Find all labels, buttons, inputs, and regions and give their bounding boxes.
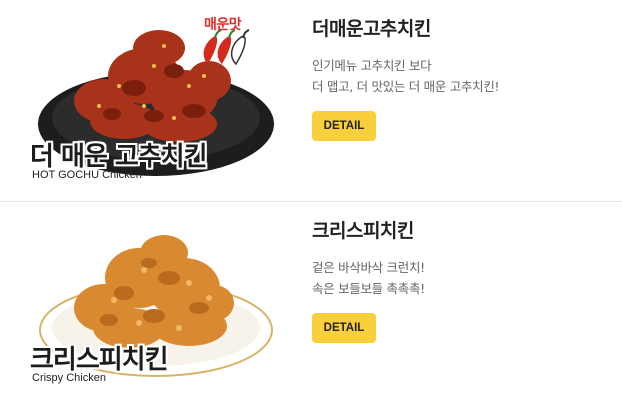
- photo-caption-title: 크리스피치킨: [30, 345, 169, 375]
- photo-caption-subtitle: Crispy Chicken: [32, 372, 106, 384]
- detail-button[interactable]: DETAIL: [312, 111, 376, 141]
- menu-info: 크리스피치킨 겉은 바삭바삭 크런치! 속은 보들보들 촉촉촉! DETAIL: [312, 216, 425, 343]
- description-line: 인기메뉴 고추치킨 보다: [312, 58, 432, 73]
- description-line: 더 맵고, 더 맛있는 더 매운 고추치킨!: [312, 79, 500, 94]
- menu-name: 더매운고추치킨: [312, 18, 431, 40]
- menu-info: 더매운고추치킨 인기메뉴 고추치킨 보다 더 맵고, 더 맛있는 더 매운 고추…: [312, 14, 500, 141]
- menu-name: 크리스피치킨: [312, 220, 414, 242]
- menu-item-hot-gochu: 매운맛 더 매운 고추치킨 HOT GOCHU Chicken 더매운고추치킨 …: [0, 0, 622, 202]
- menu-item-crispy: 크리스피치킨 Crispy Chicken 크리스피치킨 겉은 바삭바삭 크런치…: [0, 202, 622, 404]
- photo-caption-title: 더 매운 고추치킨: [30, 142, 208, 172]
- menu-description: 겉은 바삭바삭 크런치! 속은 보들보들 촉촉촉!: [312, 257, 425, 299]
- description-line: 겉은 바삭바삭 크런치!: [312, 260, 425, 275]
- detail-button[interactable]: DETAIL: [312, 313, 376, 343]
- menu-description: 인기메뉴 고추치킨 보다 더 맵고, 더 맛있는 더 매운 고추치킨!: [312, 55, 500, 97]
- description-line: 속은 보들보들 촉촉촉!: [312, 281, 425, 296]
- pepper-icon: [203, 29, 250, 66]
- photo-caption-subtitle: HOT GOCHU Chicken: [32, 169, 142, 181]
- spicy-badge: 매운맛: [196, 14, 252, 70]
